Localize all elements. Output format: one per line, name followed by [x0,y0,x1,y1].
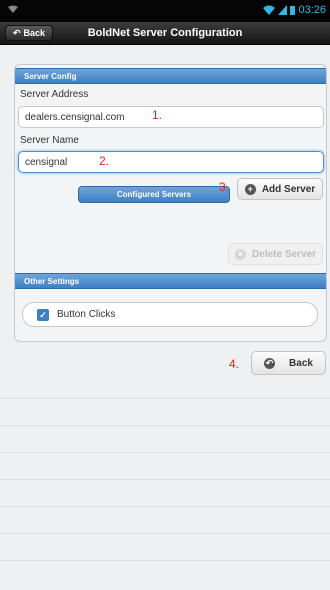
app-bar: ↶ Back BoldNet Server Configuration [0,22,330,45]
checkbox-checked-icon: ✓ [37,308,49,321]
divider [0,425,330,426]
wifi-notification-icon [8,5,18,13]
add-server-button[interactable]: + Add Server [237,178,323,200]
step-4-annotation: 4. [229,357,240,371]
back-label: Back [289,357,313,369]
step-3-annotation: 3. [219,180,230,194]
delete-server-button[interactable]: × Delete Server [228,243,323,265]
button-clicks-checkbox[interactable]: ✓ Button Clicks [22,302,318,327]
configured-servers-button[interactable]: Configured Servers [78,186,230,203]
server-name-input[interactable] [18,151,324,173]
back-arrow-icon: ↶ [264,357,276,369]
server-address-input[interactable] [18,106,324,128]
server-config-header: Server Config [15,68,326,84]
step-1-annotation: 1. [152,108,163,122]
status-bar: 03:26 [0,0,330,22]
other-settings-header: Other Settings [15,273,326,289]
close-icon: × [235,248,247,260]
divider [0,560,330,561]
button-clicks-label: Button Clicks [57,309,116,320]
divider [0,398,330,399]
server-address-label: Server Address [20,89,89,100]
back-button[interactable]: ↶ Back [251,351,326,375]
divider [0,452,330,453]
clock: 03:26 [298,4,326,16]
settings-panel: Server Config Server Address Server Name… [14,64,327,342]
delete-server-label: Delete Server [252,248,316,260]
divider [0,533,330,534]
step-2-annotation: 2. [99,154,110,168]
divider [0,479,330,480]
add-server-label: Add Server [261,183,316,195]
battery-icon [290,6,296,15]
plus-icon: + [244,183,256,195]
divider [0,506,330,507]
server-name-label: Server Name [20,135,79,146]
page-title: BoldNet Server Configuration [87,27,243,39]
signal-icon [278,5,288,15]
wifi-icon [263,5,276,15]
